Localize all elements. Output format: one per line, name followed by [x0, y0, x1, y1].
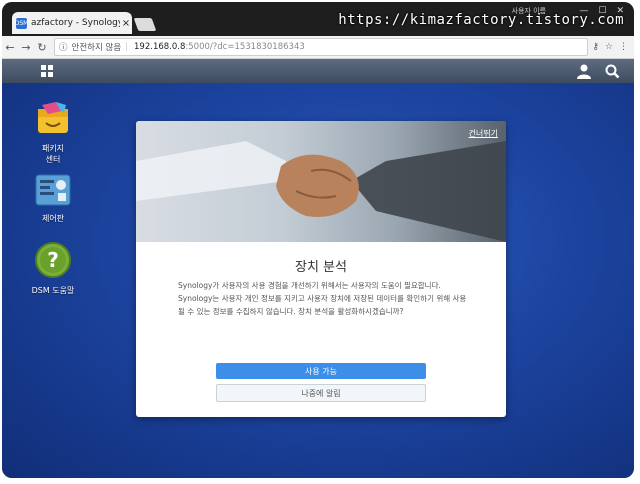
toolbar-icons: ⚷ ☆ ⋮ — [592, 42, 628, 52]
user-icon[interactable] — [576, 63, 592, 79]
watermark: https://kimazfactory.tistory.com — [338, 12, 624, 28]
url-path: :5000/?dc=1531830186343 — [185, 42, 305, 52]
dialog-title: 장치 분석 — [295, 260, 347, 275]
help-icon: ? — [35, 242, 71, 278]
url-host: 192.168.0.8 — [134, 42, 186, 52]
desktop-icon-label: 센터 — [45, 155, 61, 164]
menu-dots-icon[interactable]: ⋮ — [619, 42, 628, 52]
url-input[interactable]: ⓘ 안전하지 않음 | 192.168.0.8:5000/?dc=1531830… — [54, 38, 589, 56]
handshake-image: 건너뛰기 — [136, 121, 506, 242]
dsm-taskbar — [2, 59, 634, 83]
dialog-description: Synology가 사용자의 사용 경험을 개선하기 위해서는 사용자의 도움이… — [178, 281, 467, 316]
security-label[interactable]: 안전하지 않음 — [72, 41, 122, 53]
info-icon[interactable]: ⓘ — [59, 41, 68, 53]
address-bar: ← → ↻ ⓘ 안전하지 않음 | 192.168.0.8:5000/?dc=1… — [2, 36, 634, 59]
device-analytics-dialog: 건너뛰기 장치 분석 Synology가 사용자의 사용 경험을 개선하기 위해… — [136, 121, 506, 417]
forward-icon[interactable]: → — [18, 41, 34, 54]
tab-bar: DSM azfactory - Synology Di × 사용자 이름 — ☐… — [2, 2, 634, 36]
synology-favicon-icon: DSM — [14, 17, 29, 29]
desktop-icon-control-panel[interactable]: 제어판 — [18, 173, 88, 224]
skip-link[interactable]: 건너뛰기 — [469, 128, 498, 139]
browser-tab[interactable]: DSM azfactory - Synology Di × — [12, 12, 132, 34]
handshake-illustration — [136, 141, 506, 242]
grid-icon — [41, 65, 53, 77]
package-center-icon — [38, 102, 68, 133]
desktop-icon-dsm-help[interactable]: ? DSM 도움말 — [18, 241, 88, 296]
desktop-icon-label: DSM 도움말 — [31, 286, 75, 295]
bookmark-star-icon[interactable]: ☆ — [605, 42, 613, 52]
divider: | — [125, 42, 129, 52]
reload-icon[interactable]: ↻ — [34, 41, 50, 54]
back-icon[interactable]: ← — [2, 41, 18, 54]
desktop-icon-package-center[interactable]: 패키지센터 — [18, 99, 88, 165]
new-tab-button[interactable] — [133, 18, 157, 31]
key-icon[interactable]: ⚷ — [592, 42, 599, 52]
svg-text:?: ? — [47, 248, 59, 272]
main-menu-button[interactable] — [34, 63, 60, 79]
tab-title: azfactory - Synology Di — [31, 18, 120, 28]
desktop-icon-label: 패키지 — [41, 144, 65, 153]
desktop-icon-label: 제어판 — [41, 214, 65, 223]
browser-window: DSM azfactory - Synology Di × 사용자 이름 — ☐… — [2, 2, 634, 478]
control-panel-icon — [35, 174, 71, 206]
enable-button[interactable]: 사용 가능 — [216, 363, 426, 379]
remind-later-button[interactable]: 나중에 알림 — [216, 384, 426, 402]
search-icon[interactable] — [604, 63, 620, 79]
tab-close-icon[interactable]: × — [120, 18, 132, 29]
